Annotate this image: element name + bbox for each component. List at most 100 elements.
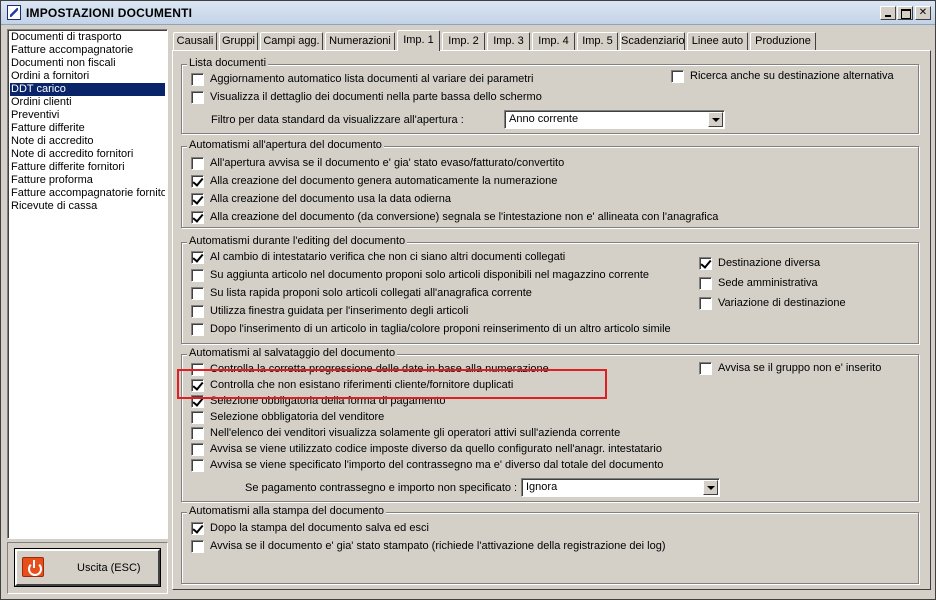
checkbox-label: Selezione obbligatoria del venditore [210,411,385,423]
list-item[interactable]: Documenti non fiscali [10,57,165,70]
checkbox[interactable] [191,540,204,553]
checkbox-label: Avvisa se viene utilizzato codice impost… [210,443,662,455]
group-title: Lista documenti [187,57,269,70]
dropdown-filter_value[interactable]: Anno corrente [504,110,725,129]
group-salvataggio: Automatismi al salvataggio del documento… [181,347,919,502]
chevron-down-icon[interactable] [708,112,723,127]
checkbox[interactable] [699,362,712,375]
tab-gruppi[interactable]: Gruppi [219,32,258,50]
checkbox-label: Alla creazione del documento usa la data… [210,193,451,205]
list-item[interactable]: Fatture differite [10,122,165,135]
list-item[interactable]: Ricevute di cassa [10,200,165,213]
checkbox[interactable] [191,287,204,300]
checkbox[interactable] [191,323,204,336]
checkbox[interactable] [699,297,712,310]
tab-linee-auto[interactable]: Linee auto [687,32,748,50]
tab-campi-agg[interactable]: Campi agg. [260,32,323,50]
checkbox[interactable] [699,257,712,270]
checkbox[interactable] [191,443,204,456]
checkbox[interactable] [191,211,204,224]
list-item[interactable]: Fatture accompagnatorie fornito [10,187,165,200]
dropdown-value: Anno corrente [509,113,579,125]
checkbox-label: Al cambio di intestatario verifica che n… [210,251,566,263]
checkbox[interactable] [191,73,204,86]
group-stampa: Automatismi alla stampa del documento Dop… [181,505,919,584]
list-item[interactable]: Note di accredito [10,135,165,148]
minimize-button[interactable] [880,6,896,20]
list-item[interactable]: Ordini a fornitori [10,70,165,83]
window-title: IMPOSTAZIONI DOCUMENTI [26,6,193,20]
checkbox[interactable] [191,522,204,535]
checkbox-label: Dopo l'inserimento di un articolo in tag… [210,323,671,335]
checkbox[interactable] [191,193,204,206]
checkbox-label: Nell'elenco dei venditori visualizza sol… [210,427,621,439]
checkbox-label: Sede amministrativa [718,277,818,289]
settings-window: IMPOSTAZIONI DOCUMENTI ✕ Documenti di tr… [0,0,936,600]
list-item[interactable]: Ordini clienti [10,96,165,109]
group-title: Automatismi al salvataggio del documento [187,347,398,360]
checkbox-label: Utilizza finestra guidata per l'inserime… [210,305,469,317]
tab-numerazioni[interactable]: Numerazioni [325,32,395,50]
checkbox-label: Ricerca anche su destinazione alternativ… [690,70,894,82]
list-item[interactable]: Documenti di trasporto [10,31,165,44]
list-item[interactable]: Fatture proforma [10,174,165,187]
list-item[interactable]: Fatture differite fornitori [10,161,165,174]
checkbox[interactable] [699,277,712,290]
group-title: Automatismi alla stampa del documento [187,505,387,518]
list-item[interactable]: DDT carico [10,83,165,96]
document-type-list[interactable]: Documenti di trasporto Fatture accompagna… [7,29,168,539]
chevron-down-icon[interactable] [703,480,718,495]
group-title: Automatismi durante l'editing del docume… [187,235,408,248]
group-editing: Automatismi durante l'editing del docume… [181,235,919,344]
tab-imp-4[interactable]: Imp. 4 [532,32,575,50]
dropdown-value: Ignora [526,481,558,493]
title-bar[interactable]: IMPOSTAZIONI DOCUMENTI ✕ [1,1,935,25]
list-item[interactable]: Preventivi [10,109,165,122]
tab-imp-5[interactable]: Imp. 5 [577,32,618,50]
checkbox-label: Su lista rapida proponi solo articoli co… [210,287,532,299]
checkbox-label: Controlla che non esistano riferimenti c… [210,379,514,391]
checkbox[interactable] [191,379,204,392]
checkbox[interactable] [191,175,204,188]
checkbox-label: Dopo la stampa del documento salva ed es… [210,522,429,534]
checkbox[interactable] [191,251,204,264]
checkbox[interactable] [191,157,204,170]
list-item[interactable]: Fatture accompagnatorie [10,44,165,57]
dropdown-payment_value[interactable]: Ignora [521,478,720,497]
checkbox-label: Avvisa se il documento e' gia' stato sta… [210,540,666,552]
field-label: Filtro per data standard da visualizzare… [211,114,464,126]
tab-imp-2[interactable]: Imp. 2 [442,32,485,50]
checkbox-label: Controlla la corretta progressione delle… [210,363,549,375]
tab-imp-3[interactable]: Imp. 3 [487,32,530,50]
maximize-button[interactable] [897,6,913,20]
checkbox-label: Avvisa se viene specificato l'importo de… [210,459,664,471]
power-icon [22,557,44,577]
checkbox[interactable] [671,70,684,83]
checkbox[interactable] [191,305,204,318]
exit-button[interactable]: Uscita (ESC) [14,548,161,587]
list-item[interactable]: Note di accredito fornitori [10,148,165,161]
checkbox[interactable] [191,427,204,440]
tab-imp-1[interactable]: Imp. 1 [397,30,440,51]
tab-scadenziario[interactable]: Scadenziario [620,32,685,50]
close-button[interactable]: ✕ [915,6,931,20]
tab-causali[interactable]: Causali [173,32,217,50]
checkbox[interactable] [191,269,204,282]
group-title: Automatismi all'apertura del documento [187,139,384,152]
tab-panel-imp1: Lista documenti Aggiornamento automatico … [172,50,931,590]
checkbox-label: Variazione di destinazione [718,297,846,309]
checkbox[interactable] [191,395,204,408]
checkbox[interactable] [191,459,204,472]
checkbox-label: Destinazione diversa [718,257,821,269]
tab-produzione[interactable]: Produzione [750,32,816,50]
checkbox-label: Selezione obbligatoria della forma di pa… [210,395,446,407]
checkbox[interactable] [191,363,204,376]
checkbox-label: Alla creazione del documento genera auto… [210,175,558,187]
checkbox-label: Alla creazione del documento (da convers… [210,211,719,223]
tab-strip: Causali Gruppi Campi agg. Numerazioni Imp. 1… [173,30,933,51]
checkbox[interactable] [191,91,204,104]
checkbox[interactable] [191,411,204,424]
checkbox-label: All'apertura avvisa se il documento e' g… [210,157,565,169]
group-apertura: Automatismi all'apertura del documento Al… [181,139,919,228]
exit-panel: Uscita (ESC) [7,542,168,594]
